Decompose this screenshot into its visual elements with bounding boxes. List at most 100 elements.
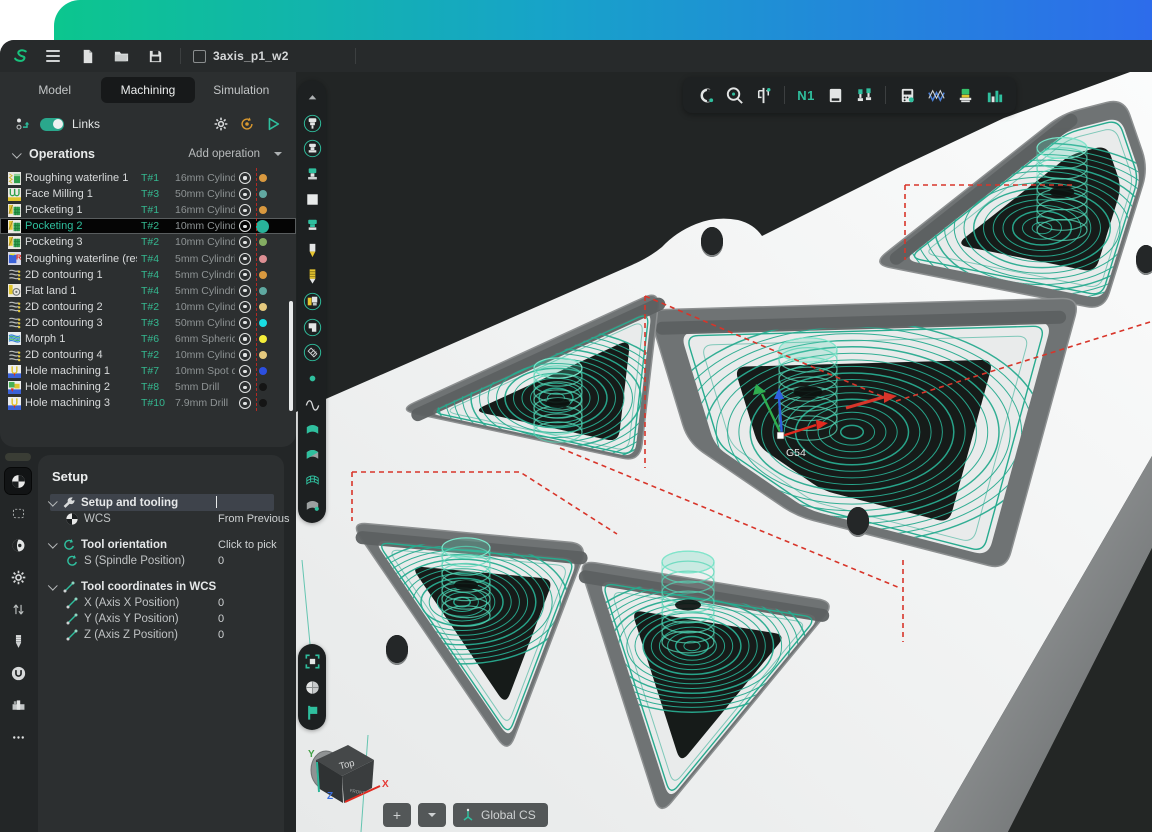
operation-row[interactable]: Face Milling 1T#350mm Cylindri	[0, 186, 296, 202]
chevron-down-icon[interactable]	[48, 497, 58, 507]
operation-visibility-radio[interactable]	[239, 172, 251, 184]
viewport-3d[interactable]: G54 Top FRONT Y X Z	[296, 72, 1152, 832]
drill-striped-icon[interactable]	[302, 266, 323, 287]
operations-scrollbar[interactable]	[289, 301, 293, 411]
operation-visibility-radio[interactable]	[239, 397, 251, 409]
holder-icon[interactable]	[5, 660, 31, 686]
setup-group-value[interactable]: Click to pick	[218, 539, 277, 551]
more-icon[interactable]	[5, 724, 31, 750]
fixture-icon[interactable]	[302, 317, 323, 338]
setup-property-value[interactable]: 0	[218, 555, 224, 567]
setup-property-row[interactable]: X (Axis X Position)0	[50, 595, 274, 611]
operation-row[interactable]: Pocketing 3T#210mm Cylindri	[0, 234, 296, 250]
add-operation-button[interactable]: Add operation	[188, 148, 260, 160]
measure-icon[interactable]	[722, 83, 746, 107]
drill-tool-icon[interactable]	[5, 628, 31, 654]
operation-row[interactable]: Pocketing 2T#210mm Cylindri	[0, 218, 296, 234]
operation-visibility-radio[interactable]	[239, 317, 251, 329]
operation-visibility-radio[interactable]	[239, 381, 251, 393]
shaded-sphere-icon[interactable]	[302, 677, 323, 698]
tab-model[interactable]: Model	[8, 77, 101, 103]
add-cs-button[interactable]: +	[383, 803, 411, 827]
stats-icon[interactable]	[982, 83, 1006, 107]
operation-visibility-radio[interactable]	[239, 236, 251, 248]
settings-gear-icon[interactable]	[212, 115, 230, 133]
tool-teal-icon[interactable]	[302, 164, 323, 185]
magnet-icon[interactable]	[693, 83, 717, 107]
mesh-icon[interactable]	[302, 342, 323, 363]
vice-icon[interactable]	[5, 692, 31, 718]
new-file-icon[interactable]	[77, 46, 97, 66]
operation-row[interactable]: 2D contouring 3T#350mm Cylindri	[0, 315, 296, 331]
setup-property-value[interactable]: 0	[218, 597, 224, 609]
operation-row[interactable]: Hole machining 1T#710mm Spot dr	[0, 363, 296, 379]
operation-row[interactable]: 2D contouring 2T#210mm Cylindri	[0, 299, 296, 315]
tool-compare-icon[interactable]	[852, 83, 876, 107]
workpiece-flag-icon[interactable]	[302, 702, 323, 723]
setup-property-value[interactable]: 0	[218, 629, 224, 641]
strip-collapse-pill[interactable]	[5, 453, 31, 461]
operation-row[interactable]: Pocketing 1T#116mm Cylindri	[0, 202, 296, 218]
chevron-down-icon[interactable]	[12, 148, 22, 158]
setup-property-value[interactable]: From Previous	[218, 513, 290, 525]
tab-machining[interactable]: Machining	[101, 77, 194, 103]
fit-view-icon[interactable]	[302, 651, 323, 672]
setup-property-value[interactable]: 0	[218, 613, 224, 625]
chevron-down-icon[interactable]	[48, 539, 58, 549]
menu-icon[interactable]	[46, 50, 60, 61]
cs-dropdown-caret[interactable]	[418, 803, 446, 827]
tab-simulation[interactable]: Simulation	[195, 77, 288, 103]
setup-group-header[interactable]: Tool orientationClick to pick	[50, 536, 274, 553]
setup-group-header[interactable]: Setup and tooling	[50, 494, 274, 511]
operation-row[interactable]: Roughing waterline 1T#116mm Cylindri	[0, 170, 296, 186]
operation-visibility-radio[interactable]	[239, 333, 251, 345]
save-icon[interactable]	[145, 46, 165, 66]
setup-property-row[interactable]: Y (Axis Y Position)0	[50, 611, 274, 627]
operation-visibility-radio[interactable]	[239, 301, 251, 313]
operation-row[interactable]: Flat land 1T#45mm Cylindric	[0, 283, 296, 299]
solid-icon[interactable]	[302, 495, 323, 516]
open-folder-icon[interactable]	[111, 46, 131, 66]
operation-visibility-radio[interactable]	[239, 365, 251, 377]
sync-machine-icon[interactable]	[238, 115, 256, 133]
tool-tip-icon[interactable]	[302, 240, 323, 261]
machine-icon[interactable]	[302, 291, 323, 312]
operation-visibility-radio[interactable]	[239, 220, 251, 232]
dot-icon[interactable]	[302, 368, 323, 389]
setup-property-row[interactable]: WCSFrom Previous	[50, 511, 274, 527]
nc-code-icon[interactable]: N1	[794, 83, 818, 107]
select-region-icon[interactable]	[5, 500, 31, 526]
setup-group-header[interactable]: Tool coordinates in WCS	[50, 578, 274, 595]
chevron-down-icon[interactable]	[48, 581, 58, 591]
surface-icon[interactable]	[302, 419, 323, 440]
stock-icon[interactable]	[823, 83, 847, 107]
setup-property-row[interactable]: Z (Axis Z Position)0	[50, 627, 274, 643]
curve-icon[interactable]	[302, 393, 323, 414]
turn-icon[interactable]	[5, 532, 31, 558]
surface-2-icon[interactable]	[302, 444, 323, 465]
wcs-target-icon[interactable]	[5, 468, 31, 494]
operation-visibility-radio[interactable]	[239, 204, 251, 216]
spindle-icon[interactable]	[302, 113, 323, 134]
tool-holder-icon[interactable]	[302, 138, 323, 159]
wireframe-icon[interactable]	[302, 470, 323, 491]
operation-row[interactable]: RRoughing waterline (rest...T#45mm Cylin…	[0, 250, 296, 266]
operation-row[interactable]: 2D contouring 4T#210mm Cylindri	[0, 347, 296, 363]
global-cs-selector[interactable]: Global CS	[453, 803, 548, 827]
tool-layers-icon[interactable]	[953, 83, 977, 107]
operation-row[interactable]: Hole machining 3T#107.9mm Drill	[0, 395, 296, 411]
play-icon[interactable]	[264, 115, 282, 133]
links-toggle[interactable]	[40, 118, 64, 131]
settings-gear-icon[interactable]	[5, 564, 31, 590]
operation-visibility-radio[interactable]	[239, 188, 251, 200]
calculator-icon[interactable]	[895, 83, 919, 107]
tool-teal-2-icon[interactable]	[302, 215, 323, 236]
stock-square-icon[interactable]	[302, 189, 323, 210]
chevron-up-icon[interactable]	[302, 87, 323, 108]
operation-visibility-radio[interactable]	[239, 253, 251, 265]
waves-icon[interactable]	[924, 83, 948, 107]
caliper-icon[interactable]	[751, 83, 775, 107]
app-logo-icon[interactable]	[11, 46, 31, 66]
setup-property-row[interactable]: S (Spindle Position)0	[50, 553, 274, 569]
operation-visibility-radio[interactable]	[239, 285, 251, 297]
